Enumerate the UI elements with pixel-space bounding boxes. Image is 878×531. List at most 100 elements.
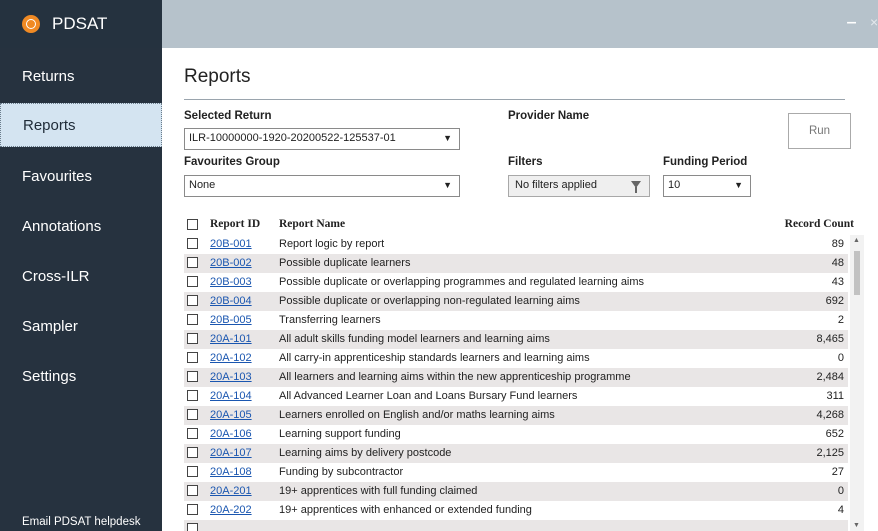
- row-checkbox[interactable]: [187, 447, 198, 458]
- selected-return-value: ILR-10000000-1920-20200522-125537-01: [189, 132, 396, 144]
- sidebar-item-favourites[interactable]: Favourites: [0, 154, 162, 198]
- reports-table-body: 20B-001 Report logic by report 89 20B-002 Po…: [184, 235, 848, 531]
- table-row[interactable]: 20A-103 All learners and learning aims wi…: [184, 368, 848, 387]
- table-row[interactable]: 20A-104 All Advanced Learner Loan and Loa…: [184, 387, 848, 406]
- title-bar-brand: PDSAT: [0, 0, 162, 48]
- table-scrollbar[interactable]: ▲ ▼: [850, 235, 864, 531]
- chevron-down-icon: ▼: [443, 180, 452, 190]
- row-checkbox[interactable]: [187, 504, 198, 515]
- sidebar: Returns Reports Favourites Annotations C…: [0, 48, 162, 531]
- column-header-report-id[interactable]: Report ID: [210, 218, 260, 230]
- sidebar-item-cross-ilr[interactable]: Cross-ILR: [0, 254, 162, 298]
- table-row[interactable]: 20B-005 Transferring learners 2: [184, 311, 848, 330]
- selected-return-select[interactable]: ILR-10000000-1920-20200522-125537-01 ▼: [184, 128, 460, 150]
- record-count: 2,484: [816, 371, 844, 383]
- report-id-link[interactable]: 20A-201: [210, 485, 252, 497]
- select-all-checkbox[interactable]: [187, 219, 198, 230]
- report-id-link[interactable]: 20B-001: [210, 238, 252, 250]
- row-checkbox[interactable]: [187, 390, 198, 401]
- chevron-down-icon: ▼: [734, 180, 743, 190]
- title-bar: PDSAT ‒ ×: [0, 0, 878, 48]
- chevron-down-icon: ▼: [443, 133, 452, 143]
- report-id-link[interactable]: 20A-106: [210, 428, 252, 440]
- funding-period-select[interactable]: 10 ▼: [663, 175, 751, 197]
- favourites-group-select[interactable]: None ▼: [184, 175, 460, 197]
- record-count: 4: [837, 504, 844, 516]
- close-icon[interactable]: ×: [870, 14, 878, 30]
- filter-icon[interactable]: [631, 181, 641, 193]
- report-name: Possible duplicate or overlapping progra…: [279, 276, 645, 288]
- scrollbar-thumb[interactable]: [854, 251, 860, 295]
- app-logo-icon: [22, 15, 40, 33]
- record-count: 692: [825, 295, 844, 307]
- favourites-group-value: None: [189, 179, 216, 191]
- title-divider: [184, 99, 845, 100]
- record-count: 43: [831, 276, 844, 288]
- row-checkbox[interactable]: [187, 276, 198, 287]
- record-count: 2,125: [816, 447, 844, 459]
- row-checkbox[interactable]: [187, 409, 198, 420]
- record-count: 4,268: [816, 409, 844, 421]
- table-row[interactable]: 20A-107 Learning aims by delivery postcod…: [184, 444, 848, 463]
- report-id-link[interactable]: 20B-002: [210, 257, 252, 269]
- table-row[interactable]: [184, 520, 848, 531]
- sidebar-item-annotations[interactable]: Annotations: [0, 204, 162, 248]
- helpdesk-link[interactable]: Email PDSAT helpdesk: [22, 516, 140, 528]
- record-count: 27: [831, 466, 844, 478]
- row-checkbox[interactable]: [187, 485, 198, 496]
- report-id-link[interactable]: 20A-101: [210, 333, 252, 345]
- row-checkbox[interactable]: [187, 523, 198, 531]
- sidebar-item-returns[interactable]: Returns: [0, 54, 162, 98]
- filters-field[interactable]: No filters applied: [508, 175, 650, 197]
- report-name: 19+ apprentices with full funding claime…: [279, 485, 478, 497]
- table-row[interactable]: 20B-002 Possible duplicate learners 48: [184, 254, 848, 273]
- report-id-link[interactable]: 20A-102: [210, 352, 252, 364]
- table-row[interactable]: 20A-101 All adult skills funding model le…: [184, 330, 848, 349]
- report-name: All carry-in apprenticeship standards le…: [279, 352, 590, 364]
- row-checkbox[interactable]: [187, 257, 198, 268]
- sidebar-item-sampler[interactable]: Sampler: [0, 304, 162, 348]
- funding-period-label: Funding Period: [663, 156, 748, 168]
- table-row[interactable]: 20A-106 Learning support funding 652: [184, 425, 848, 444]
- table-row[interactable]: 20A-202 19+ apprentices with enhanced or …: [184, 501, 848, 520]
- report-id-link[interactable]: 20B-004: [210, 295, 252, 307]
- report-name: Learners enrolled on English and/or math…: [279, 409, 555, 421]
- table-row[interactable]: 20B-003 Possible duplicate or overlapping…: [184, 273, 848, 292]
- sidebar-item-settings[interactable]: Settings: [0, 354, 162, 398]
- selected-return-label: Selected Return: [184, 110, 272, 122]
- table-header: Report ID Report Name Record Count: [184, 217, 864, 235]
- minimize-icon[interactable]: ‒: [847, 14, 856, 32]
- report-id-link[interactable]: 20B-005: [210, 314, 252, 326]
- report-id-link[interactable]: 20A-107: [210, 447, 252, 459]
- column-header-report-name[interactable]: Report Name: [279, 218, 345, 230]
- report-id-link[interactable]: 20A-202: [210, 504, 252, 516]
- table-row[interactable]: 20A-201 19+ apprentices with full funding…: [184, 482, 848, 501]
- row-checkbox[interactable]: [187, 352, 198, 363]
- scroll-up-icon[interactable]: ▲: [853, 237, 860, 244]
- table-row[interactable]: 20A-108 Funding by subcontractor 27: [184, 463, 848, 482]
- table-row[interactable]: 20B-001 Report logic by report 89: [184, 235, 848, 254]
- report-id-link[interactable]: 20A-103: [210, 371, 252, 383]
- run-button[interactable]: Run: [788, 113, 851, 149]
- table-row[interactable]: 20A-102 All carry-in apprenticeship stand…: [184, 349, 848, 368]
- table-row[interactable]: 20A-105 Learners enrolled on English and/…: [184, 406, 848, 425]
- row-checkbox[interactable]: [187, 238, 198, 249]
- row-checkbox[interactable]: [187, 371, 198, 382]
- report-name: Learning support funding: [279, 428, 401, 440]
- report-id-link[interactable]: 20A-108: [210, 466, 252, 478]
- sidebar-item-reports[interactable]: Reports: [0, 103, 162, 147]
- report-name: Possible duplicate learners: [279, 257, 411, 269]
- row-checkbox[interactable]: [187, 466, 198, 477]
- row-checkbox[interactable]: [187, 428, 198, 439]
- table-row[interactable]: 20B-004 Possible duplicate or overlapping…: [184, 292, 848, 311]
- scroll-down-icon[interactable]: ▼: [853, 522, 860, 529]
- row-checkbox[interactable]: [187, 295, 198, 306]
- report-id-link[interactable]: 20A-105: [210, 409, 252, 421]
- record-count: 0: [837, 352, 844, 364]
- report-id-link[interactable]: 20A-104: [210, 390, 252, 402]
- record-count: 8,465: [816, 333, 844, 345]
- report-id-link[interactable]: 20B-003: [210, 276, 252, 288]
- column-header-record-count[interactable]: Record Count: [785, 218, 854, 230]
- row-checkbox[interactable]: [187, 333, 198, 344]
- row-checkbox[interactable]: [187, 314, 198, 325]
